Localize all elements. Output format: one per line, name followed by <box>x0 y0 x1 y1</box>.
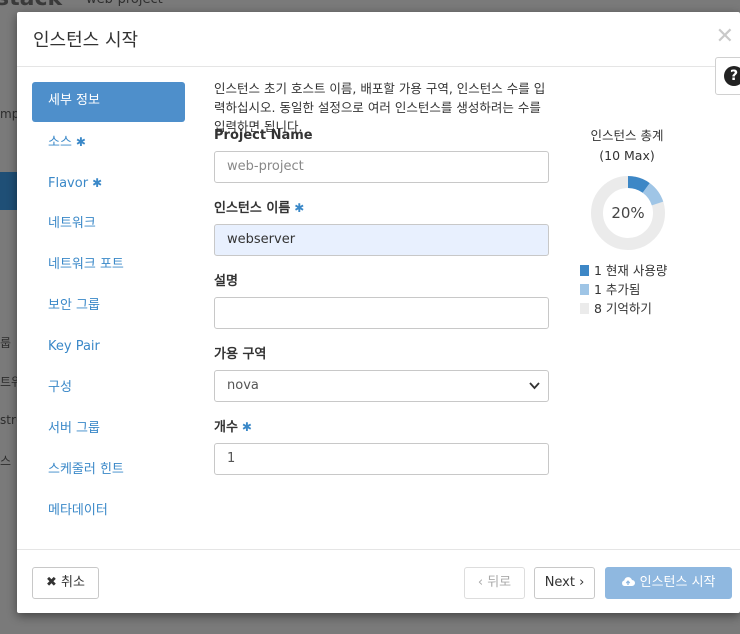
quota-title: 인스턴스 총계 <box>590 128 664 143</box>
availability-zone-select[interactable]: nova <box>214 370 549 402</box>
label-text: 개수 <box>214 420 238 435</box>
close-icon[interactable]: ✕ <box>716 24 734 49</box>
nav-item-label: 보안 그룹 <box>48 298 100 313</box>
nav-item-configuration[interactable]: 구성 <box>32 369 185 410</box>
legend-added: 1 추가됨 <box>580 280 717 299</box>
required-icon: ✱ <box>241 420 252 434</box>
nav-item-security-groups[interactable]: 보안 그룹 <box>32 287 185 328</box>
legend-label: 1 추가됨 <box>594 282 641 297</box>
required-icon: ✱ <box>294 201 305 215</box>
next-button[interactable]: Next › <box>534 567 595 599</box>
nav-item-label: 네트워크 <box>48 216 96 231</box>
nav-item-label: Flavor <box>48 176 89 191</box>
nav-item-details[interactable]: 세부 정보 <box>32 82 185 122</box>
required-icon: ✱ <box>92 176 103 190</box>
nav-item-label: 구성 <box>48 380 72 395</box>
project-name-label: Project Name <box>214 128 313 143</box>
nav-item-scheduler-hints[interactable]: 스케줄러 힌트 <box>32 451 185 492</box>
question-circle-icon: ? <box>724 66 740 86</box>
details-form: Project Name web-project 인스턴스 이름 ✱ webser… <box>214 128 550 489</box>
quota-donut-chart: 20% <box>590 175 666 251</box>
nav-item-network-ports[interactable]: 네트워크 포트 <box>32 246 185 287</box>
availability-zone-label: 가용 구역 <box>214 347 267 362</box>
wizard-nav: 세부 정보 소스 ✱ Flavor ✱ 네트워크 네트워크 포트 보안 그룹 Key… <box>32 82 185 533</box>
label-text: 인스턴스 이름 <box>214 201 291 216</box>
instance-name-label: 인스턴스 이름 ✱ <box>214 197 550 216</box>
cancel-button[interactable]: ✖ 취소 <box>32 567 99 599</box>
legend-swatch <box>580 265 589 276</box>
nav-item-label: 서버 그룹 <box>48 421 100 436</box>
nav-item-label: 소스 <box>48 135 72 150</box>
instance-quota: 인스턴스 총계 (10 Max) 20% 1 현재 사용량 1 추가됨 8 기억… <box>577 126 717 318</box>
app-logo: stack <box>0 0 62 11</box>
nav-item-flavor[interactable]: Flavor ✱ <box>32 164 185 205</box>
count-label: 개수 ✱ <box>214 416 550 435</box>
description-label: 설명 <box>214 274 238 289</box>
back-button[interactable]: ‹ 뒤로 <box>464 567 525 599</box>
legend-swatch <box>580 303 589 314</box>
launch-instance-modal: 인스턴스 시작 ✕ ? 세부 정보 소스 ✱ Flavor ✱ 네트워크 네트워크 … <box>17 12 740 613</box>
quota-legend: 1 현재 사용량 1 추가됨 8 기억하기 <box>580 261 717 318</box>
launch-instance-button[interactable]: 인스턴스 시작 <box>605 567 732 599</box>
legend-label: 1 현재 사용량 <box>594 263 668 278</box>
required-icon: ✱ <box>75 135 86 149</box>
description-input[interactable] <box>214 297 549 329</box>
background-text: 스 <box>0 454 12 468</box>
modal-footer: ✖ 취소 ‹ 뒤로 Next › 인스턴스 시작 <box>17 549 740 614</box>
project-name-field: web-project <box>214 151 549 183</box>
nav-item-label: 세부 정보 <box>48 93 100 108</box>
launch-label: 인스턴스 시작 <box>639 575 716 590</box>
nav-item-key-pair[interactable]: Key Pair <box>32 328 185 369</box>
sidebar-active-band <box>0 172 18 210</box>
project-selector[interactable]: web-project <box>86 0 163 7</box>
background-text: 룹 <box>0 336 12 350</box>
count-input[interactable]: 1 <box>214 443 549 475</box>
nav-item-label: 스케줄러 힌트 <box>48 462 124 477</box>
nav-item-label: Key Pair <box>48 339 100 354</box>
legend-remaining: 8 기억하기 <box>580 299 717 318</box>
nav-item-label: 네트워크 포트 <box>48 257 124 272</box>
nav-item-label: 메타데이터 <box>48 503 108 518</box>
modal-title: 인스턴스 시작 <box>33 30 139 51</box>
chevron-down-icon <box>529 371 540 413</box>
help-button[interactable]: ? <box>715 57 740 95</box>
legend-label: 8 기억하기 <box>594 301 652 316</box>
cloud-upload-icon <box>621 575 639 590</box>
select-value: nova <box>227 378 259 393</box>
quota-percent: 20% <box>611 204 645 222</box>
instance-name-input[interactable]: webserver <box>214 224 549 256</box>
modal-header: 인스턴스 시작 ✕ <box>17 12 740 67</box>
nav-item-network[interactable]: 네트워크 <box>32 205 185 246</box>
legend-current: 1 현재 사용량 <box>580 261 717 280</box>
legend-swatch <box>580 284 589 295</box>
nav-item-server-groups[interactable]: 서버 그룹 <box>32 410 185 451</box>
nav-item-metadata[interactable]: 메타데이터 <box>32 492 185 533</box>
quota-max: (10 Max) <box>599 148 655 163</box>
nav-item-source[interactable]: 소스 ✱ <box>32 123 185 164</box>
